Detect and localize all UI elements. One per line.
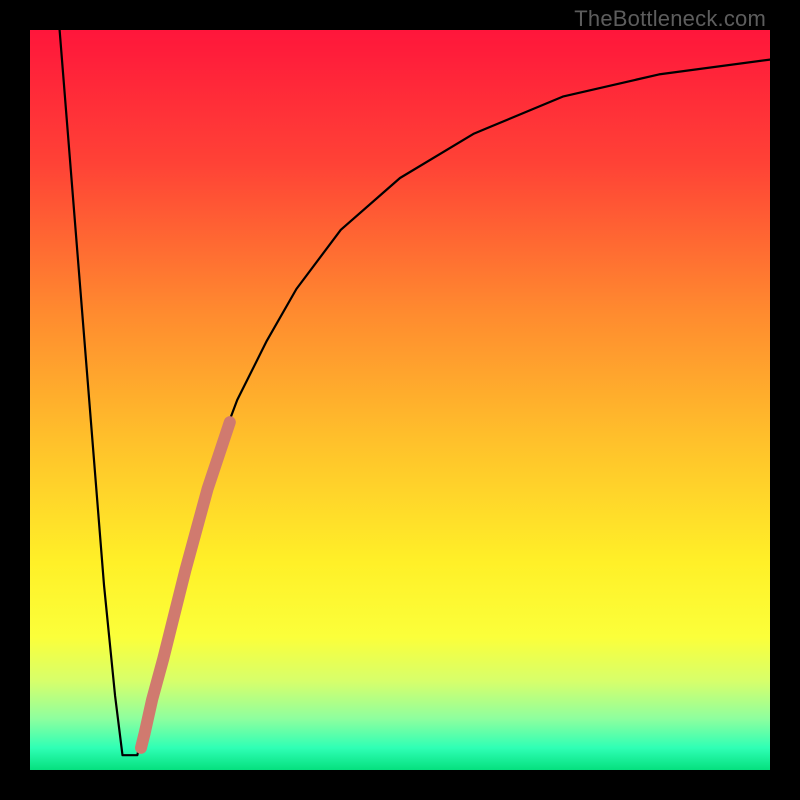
gradient-background	[30, 30, 770, 770]
dot-marker	[155, 663, 165, 673]
dot-marker	[136, 743, 146, 753]
chart-svg	[30, 30, 770, 770]
chart-frame	[30, 30, 770, 770]
watermark-text: TheBottleneck.com	[574, 6, 766, 32]
dot-marker	[147, 695, 157, 705]
